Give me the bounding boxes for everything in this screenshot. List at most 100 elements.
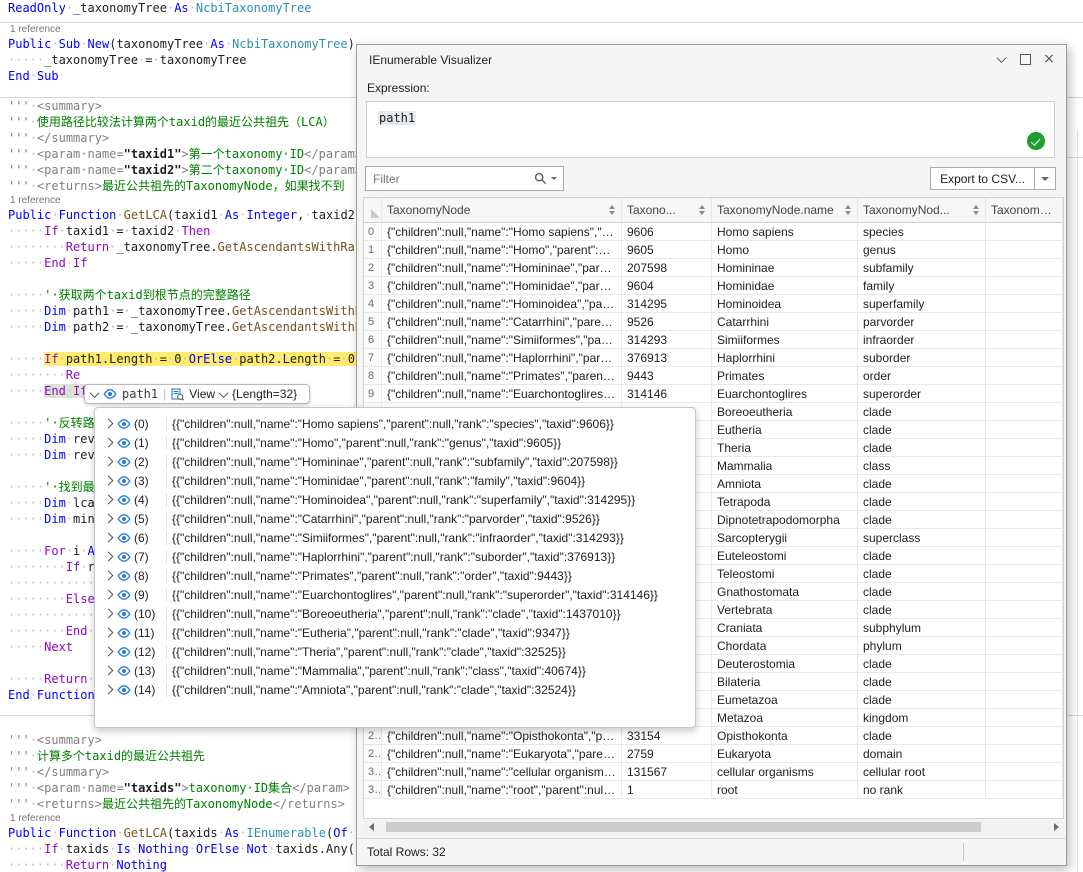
table-row[interactable]: 31{"children":null,"name":"root","parent… xyxy=(364,781,1063,799)
list-item[interactable]: (2){{"children":null,"name":"Homininae",… xyxy=(95,452,695,471)
cell-rank[interactable]: clade xyxy=(858,511,986,529)
expand-chevron-icon[interactable] xyxy=(103,458,113,465)
cell-name[interactable]: root xyxy=(712,781,858,799)
list-item[interactable]: (11){{"children":null,"name":"Eutheria",… xyxy=(95,623,695,642)
cell-json[interactable]: {"children":null,"name":"Haplorrhini","p… xyxy=(382,349,622,367)
cell-rank[interactable]: phylum xyxy=(858,637,986,655)
sort-icon[interactable] xyxy=(973,205,979,215)
cell-json[interactable]: {"children":null,"name":"Primates","pare… xyxy=(382,367,622,385)
cell-rank[interactable]: kingdom xyxy=(858,709,986,727)
export-dropdown[interactable] xyxy=(1034,168,1055,189)
cell-rank[interactable]: domain xyxy=(858,745,986,763)
cell-extra[interactable] xyxy=(986,583,1063,601)
list-item[interactable]: (12){{"children":null,"name":"Theria","p… xyxy=(95,642,695,661)
expand-chevron-icon[interactable] xyxy=(103,553,113,560)
cell-json[interactable]: {"children":null,"name":"Eukaryota","par… xyxy=(382,745,622,763)
table-row[interactable]: 2{"children":null,"name":"Homininae","pa… xyxy=(364,259,1063,277)
cell-rank[interactable]: clade xyxy=(858,601,986,619)
filter-dropdown-icon[interactable] xyxy=(551,177,557,180)
list-item[interactable]: (10){{"children":null,"name":"Boreoeuthe… xyxy=(95,604,695,623)
cell-rank[interactable]: subphylum xyxy=(858,619,986,637)
expand-chevron-icon[interactable] xyxy=(103,648,113,655)
cell-name[interactable]: Euarchontoglires xyxy=(712,385,858,403)
cell-extra[interactable] xyxy=(986,223,1063,241)
cell-extra[interactable] xyxy=(986,259,1063,277)
expand-chevron-icon[interactable] xyxy=(103,667,113,674)
select-all-icon[interactable] xyxy=(371,209,380,218)
cell-taxid[interactable]: 9604 xyxy=(622,277,712,295)
cell-extra[interactable] xyxy=(986,349,1063,367)
cell-extra[interactable] xyxy=(986,565,1063,583)
cell-name[interactable]: Craniata xyxy=(712,619,858,637)
cell-name[interactable]: Gnathostomata xyxy=(712,583,858,601)
cell-rank[interactable]: infraorder xyxy=(858,331,986,349)
expand-chevron-icon[interactable] xyxy=(103,629,113,636)
expand-chevron-icon[interactable] xyxy=(103,477,113,484)
cell-name[interactable]: Hominoidea xyxy=(712,295,858,313)
cell-rank[interactable]: genus xyxy=(858,241,986,259)
cell-name[interactable]: Homininae xyxy=(712,259,858,277)
cell-json[interactable]: {"children":null,"name":"Homininae","par… xyxy=(382,259,622,277)
cell-extra[interactable] xyxy=(986,331,1063,349)
cell-rank[interactable]: parvorder xyxy=(858,313,986,331)
cell-rank[interactable]: clade xyxy=(858,421,986,439)
cell-rank[interactable]: clade xyxy=(858,475,986,493)
cell-extra[interactable] xyxy=(986,475,1063,493)
expand-chevron-icon[interactable] xyxy=(103,591,113,598)
cell-json[interactable]: {"children":null,"name":"cellular organi… xyxy=(382,763,622,781)
cell-name[interactable]: Mammalia xyxy=(712,457,858,475)
cell-num[interactable]: 8 xyxy=(364,367,382,385)
cell-taxid[interactable]: 314295 xyxy=(622,295,712,313)
cell-rank[interactable]: no rank xyxy=(858,781,986,799)
datatip-pill[interactable]: path1 | View {Length=32} xyxy=(84,384,310,404)
table-row[interactable]: 9{"children":null,"name":"Euarchontoglir… xyxy=(364,385,1063,403)
cell-taxid[interactable]: 1 xyxy=(622,781,712,799)
list-item[interactable]: (13){{"children":null,"name":"Mammalia",… xyxy=(95,661,695,680)
cell-name[interactable]: Opisthokonta xyxy=(712,727,858,745)
cell-name[interactable]: Dipnotetrapodomorpha xyxy=(712,511,858,529)
cell-name[interactable]: Metazoa xyxy=(712,709,858,727)
cell-rank[interactable]: clade xyxy=(858,655,986,673)
close-button[interactable]: × xyxy=(1040,51,1058,67)
cell-extra[interactable] xyxy=(986,673,1063,691)
cell-name[interactable]: Hominidae xyxy=(712,277,858,295)
table-row[interactable]: 4{"children":null,"name":"Hominoidea","p… xyxy=(364,295,1063,313)
cell-num[interactable]: 4 xyxy=(364,295,382,313)
export-csv-button[interactable]: Export to CSV... xyxy=(930,167,1056,190)
cell-extra[interactable] xyxy=(986,763,1063,781)
column-header[interactable]: TaxonomyNo xyxy=(986,198,1063,223)
cell-json[interactable]: {"children":null,"name":"Hominoidea","pa… xyxy=(382,295,622,313)
cell-rank[interactable]: clade xyxy=(858,583,986,601)
cell-extra[interactable] xyxy=(986,547,1063,565)
list-item[interactable]: (3){{"children":null,"name":"Hominidae",… xyxy=(95,471,695,490)
cell-name[interactable]: Teleostomi xyxy=(712,565,858,583)
sort-icon[interactable] xyxy=(609,205,615,215)
cell-num[interactable]: 31 xyxy=(364,781,382,799)
cell-name[interactable]: Boreoeutheria xyxy=(712,403,858,421)
cell-rank[interactable]: class xyxy=(858,457,986,475)
cell-json[interactable]: {"children":null,"name":"Hominidae","par… xyxy=(382,277,622,295)
search-icon[interactable] xyxy=(534,172,547,185)
table-row[interactable]: 30{"children":null,"name":"cellular orga… xyxy=(364,763,1063,781)
table-row[interactable]: 5{"children":null,"name":"Catarrhini","p… xyxy=(364,313,1063,331)
column-header[interactable]: TaxonomyNode xyxy=(382,198,622,223)
cell-name[interactable]: Deuterostomia xyxy=(712,655,858,673)
cell-extra[interactable] xyxy=(986,241,1063,259)
table-row[interactable]: 29{"children":null,"name":"Eukaryota","p… xyxy=(364,745,1063,763)
cell-name[interactable]: Simiiformes xyxy=(712,331,858,349)
table-row[interactable]: 6{"children":null,"name":"Simiiformes","… xyxy=(364,331,1063,349)
cell-extra[interactable] xyxy=(986,601,1063,619)
cell-taxid[interactable]: 9443 xyxy=(622,367,712,385)
expand-chevron-icon[interactable] xyxy=(103,534,113,541)
cell-num[interactable]: 9 xyxy=(364,385,382,403)
cell-extra[interactable] xyxy=(986,709,1063,727)
cell-num[interactable]: 3 xyxy=(364,277,382,295)
cell-rank[interactable]: suborder xyxy=(858,349,986,367)
cell-taxid[interactable]: 131567 xyxy=(622,763,712,781)
cell-json[interactable]: {"children":null,"name":"Opisthokonta","… xyxy=(382,727,622,745)
cell-taxid[interactable]: 2759 xyxy=(622,745,712,763)
cell-taxid[interactable]: 33154 xyxy=(622,727,712,745)
cell-extra[interactable] xyxy=(986,295,1063,313)
cell-extra[interactable] xyxy=(986,619,1063,637)
cell-num[interactable]: 30 xyxy=(364,763,382,781)
